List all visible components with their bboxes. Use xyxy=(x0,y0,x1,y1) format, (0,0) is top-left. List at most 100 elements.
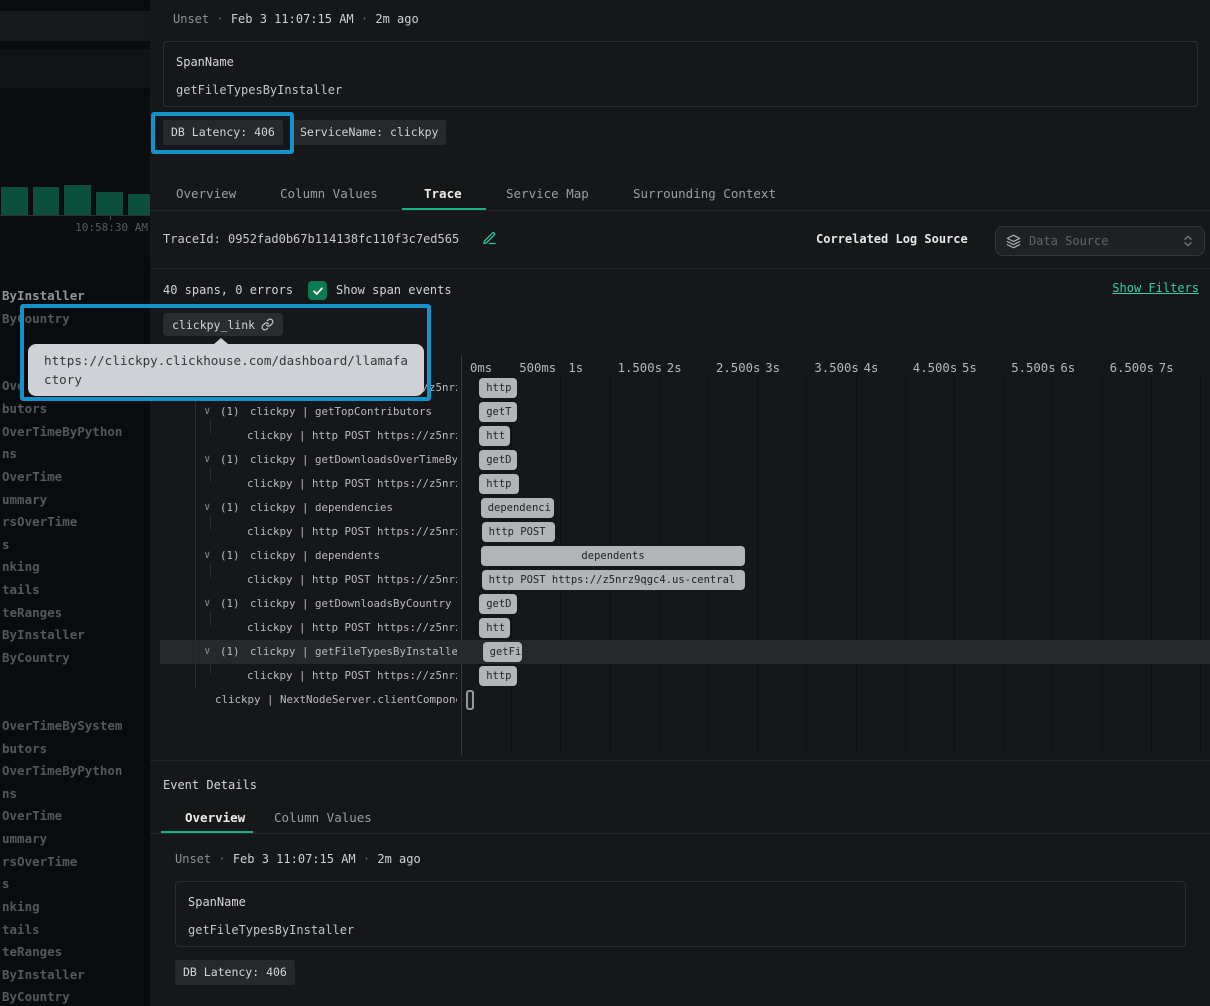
chevron-down-icon[interactable]: ∨ xyxy=(204,500,211,513)
span-row[interactable]: ∨(1)clickpy | getTopContributors xyxy=(163,400,457,424)
span-duration-bar[interactable]: http POST xyxy=(482,522,555,542)
timeline-tick-label: 4s xyxy=(864,361,879,375)
timeline-tick-label: 3.500s xyxy=(814,361,858,375)
sidebar-item[interactable]: rsOverTime xyxy=(2,854,77,869)
edit-trace-id-button[interactable] xyxy=(482,231,497,246)
span-label: clickpy | getDownloadsOverTimeByS xyxy=(250,453,457,466)
sidebar-item[interactable]: nking xyxy=(2,559,40,574)
sidebar-item[interactable]: teRanges xyxy=(2,944,62,959)
tab-service-map[interactable]: Service Map xyxy=(506,186,589,201)
sidebar-item[interactable]: butors xyxy=(2,741,47,756)
tab-surrounding-context[interactable]: Surrounding Context xyxy=(633,186,776,201)
sidebar-item[interactable]: rsOverTime xyxy=(2,514,77,529)
tab-overview[interactable]: Overview xyxy=(176,186,236,201)
sidebar-item[interactable]: OverTimeByPython xyxy=(2,424,122,439)
span-duration-bar[interactable]: http POST https://z5nrz9qgc4.us-central xyxy=(482,570,746,590)
span-row[interactable]: ∨(1)clickpy | dependencies xyxy=(163,496,457,520)
sidebar-item[interactable]: ByCountry xyxy=(2,650,70,665)
tab-column-values[interactable]: Column Values xyxy=(280,186,378,201)
section-divider xyxy=(150,760,1210,761)
sidebar-item[interactable]: nking xyxy=(2,899,40,914)
span-row[interactable]: clickpy | http POST https://z5nrz xyxy=(163,472,457,496)
span-duration-bar[interactable]: getT xyxy=(479,402,517,422)
tab-column-values[interactable]: Column Values xyxy=(274,810,372,825)
db-latency-badge[interactable]: DB Latency: 406 xyxy=(175,960,295,985)
chevron-down-icon[interactable]: ∨ xyxy=(204,548,211,561)
span-event-count: (1) xyxy=(220,597,240,610)
sidebar-row-band xyxy=(0,11,150,41)
chevron-up-down-icon xyxy=(1182,234,1194,248)
timeline-tick-label: 4.500s xyxy=(913,361,957,375)
tabbar-border xyxy=(150,210,1210,211)
chevron-down-icon[interactable]: ∨ xyxy=(204,452,211,465)
timeline-tick-label: 1.500s xyxy=(618,361,662,375)
sidebar-item[interactable]: OverTime xyxy=(2,808,62,823)
sidebar-item[interactable]: butors xyxy=(2,401,47,416)
span-duration-bar[interactable]: getD xyxy=(479,594,517,614)
sidebar-item[interactable]: OverTimeByPython xyxy=(2,763,122,778)
span-duration-bar[interactable]: dependenci xyxy=(481,498,555,518)
span-duration-bar[interactable]: getFi xyxy=(483,642,522,662)
show-span-events-checkbox[interactable] xyxy=(308,281,327,300)
sidebar-item[interactable]: teRanges xyxy=(2,605,62,620)
span-duration-bar[interactable]: http xyxy=(479,378,516,398)
span-row[interactable]: clickpy | http POST https://z5nrz xyxy=(163,616,457,640)
span-row[interactable]: ∨(1)clickpy | getDownloadsOverTimeByS xyxy=(163,448,457,472)
timeline-tick-label: 500ms xyxy=(519,361,556,375)
db-latency-badge[interactable]: DB Latency: 406 xyxy=(163,120,283,145)
span-row[interactable]: ∨(1)clickpy | getFileTypesByInstaller xyxy=(163,640,457,664)
span-label: clickpy | getFileTypesByInstaller xyxy=(250,645,457,658)
sidebar-item[interactable]: tails xyxy=(2,582,40,597)
span-duration-bar[interactable]: htt xyxy=(479,618,510,638)
chevron-down-icon[interactable]: ∨ xyxy=(204,644,211,657)
sidebar-item[interactable]: OverTimeBySystem xyxy=(2,718,122,733)
service-name-badge[interactable]: ServiceName: clickpy xyxy=(292,120,446,145)
tab-overview[interactable]: Overview xyxy=(185,810,245,825)
sidebar-item[interactable]: OverTime xyxy=(2,469,62,484)
span-row[interactable]: clickpy | http POST https://z5nrz xyxy=(163,568,457,592)
span-row[interactable]: clickpy | http POST https://z5nrz xyxy=(163,424,457,448)
sidebar-item[interactable]: ByCountry xyxy=(2,311,70,326)
sidebar-item[interactable]: tails xyxy=(2,922,40,937)
timeline-gridline xyxy=(1151,376,1152,755)
sidebar-item[interactable]: ns xyxy=(2,786,17,801)
span-duration-bar[interactable]: getD xyxy=(479,450,517,470)
sidebar-item[interactable]: ByInstaller xyxy=(2,288,85,303)
chart-bar xyxy=(1,187,28,215)
sidebar-item[interactable]: ByInstaller xyxy=(2,627,85,642)
tab-trace[interactable]: Trace xyxy=(424,186,462,201)
sidebar-item[interactable]: s xyxy=(2,876,10,891)
span-event-count: (1) xyxy=(220,405,240,418)
show-filters-link[interactable]: Show Filters xyxy=(1112,281,1199,295)
chevron-down-icon[interactable]: ∨ xyxy=(204,596,211,609)
sidebar-item[interactable]: ummary xyxy=(2,492,47,507)
span-duration-bar[interactable] xyxy=(466,690,474,710)
show-span-events-label[interactable]: Show span events xyxy=(336,283,452,297)
span-row[interactable]: ∨(1)clickpy | dependents xyxy=(163,544,457,568)
span-row[interactable]: clickpy | http POST https://z5nrz xyxy=(163,520,457,544)
clickpy-link-chip[interactable]: clickpy_link xyxy=(163,313,283,336)
span-row[interactable]: clickpy | NextNodeServer.clientCompone xyxy=(163,688,457,712)
span-duration-bar[interactable]: htt xyxy=(479,426,510,446)
sidebar-item[interactable]: Ove xyxy=(2,378,25,393)
sidebar-item[interactable]: ByCountry xyxy=(2,989,70,1004)
span-duration-bar[interactable]: http xyxy=(479,474,519,494)
timeline-tick-label: 2s xyxy=(667,361,682,375)
sidebar-item[interactable]: ns xyxy=(2,446,17,461)
span-row[interactable]: clickpy | http POST https://z5nrz xyxy=(163,664,457,688)
span-event-count: (1) xyxy=(220,501,240,514)
timeline-tick-label: 6.500s xyxy=(1110,361,1154,375)
span-label: clickpy | http POST https://z5nrz xyxy=(247,525,457,538)
chart-axis xyxy=(0,215,150,216)
span-duration-bar[interactable]: http xyxy=(479,666,517,686)
span-row[interactable]: ∨(1)clickpy | getDownloadsByCountry xyxy=(163,592,457,616)
tree-connector xyxy=(210,467,211,482)
sidebar-item[interactable]: ByInstaller xyxy=(2,967,85,982)
event-timestamp: Feb 3 11:07:15 AM xyxy=(233,852,356,866)
timeline-gridline xyxy=(1102,376,1103,755)
span-duration-bar[interactable]: dependents xyxy=(481,546,746,566)
chevron-down-icon[interactable]: ∨ xyxy=(204,404,211,417)
sidebar-item[interactable]: ummary xyxy=(2,831,47,846)
sidebar-item[interactable]: s xyxy=(2,537,10,552)
data-source-select[interactable]: Data Source xyxy=(995,226,1205,256)
